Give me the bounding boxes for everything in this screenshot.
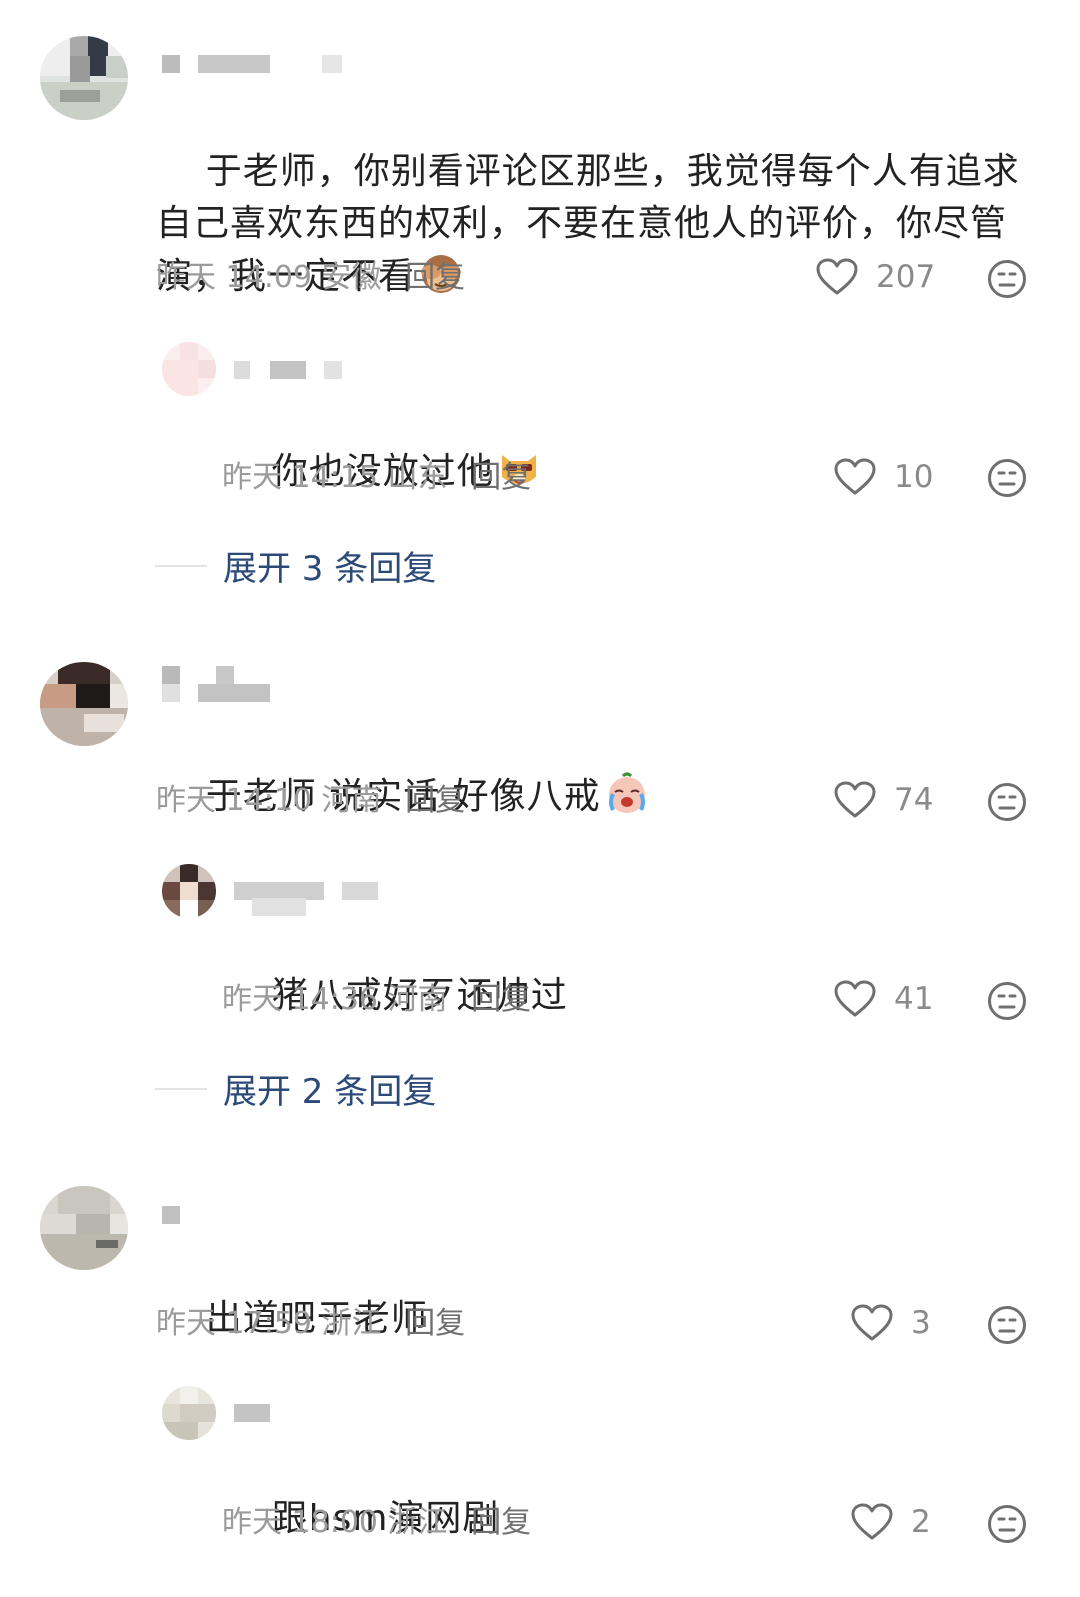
avatar[interactable] (162, 864, 216, 918)
timestamp: 昨天 17:59 (156, 1306, 312, 1341)
timestamp: 昨天 18:00 (222, 1505, 378, 1540)
location: 安徽 (321, 260, 382, 295)
like-count: 74 (894, 782, 934, 818)
heart-outline-icon (834, 458, 876, 495)
timestamp: 昨天 14:36 (222, 982, 378, 1017)
like-button[interactable]: 41 (834, 980, 933, 1018)
meh-face-icon[interactable] (987, 1504, 1027, 1544)
username-blurred[interactable] (162, 1206, 182, 1224)
timestamp: 昨天 14:09 (156, 260, 312, 295)
username-blurred[interactable] (234, 882, 384, 916)
meh-face-icon[interactable] (987, 1305, 1027, 1345)
reply-meta: 昨天 14:15 山东 回复 (222, 458, 531, 498)
location: 河南 (321, 783, 382, 818)
reply-button[interactable]: 回复 (471, 982, 531, 1017)
comment-meta: 昨天 14:10 河南 回复 (156, 781, 465, 821)
reply-button[interactable]: 回复 (471, 1505, 531, 1540)
like-count: 207 (876, 259, 936, 295)
reply-button[interactable]: 回复 (471, 460, 531, 495)
timestamp: 昨天 14:10 (156, 783, 312, 818)
location: 浙江 (387, 1505, 448, 1540)
reply-meta: 昨天 18:00 浙江 回复 (222, 1503, 531, 1543)
location: 山东 (387, 460, 448, 495)
username-blurred[interactable] (234, 1404, 274, 1422)
like-count: 41 (894, 981, 934, 1017)
heart-outline-icon (851, 1503, 893, 1540)
comment-meta: 昨天 17:59 浙江 回复 (156, 1304, 465, 1344)
divider-line (155, 564, 207, 567)
reply-button[interactable]: 回复 (405, 783, 465, 818)
username-blurred[interactable] (234, 361, 354, 379)
timestamp: 昨天 14:15 (222, 460, 378, 495)
comment-text: 于老师，你别看评论区那些，我觉得每个人有追求自己喜欢东西的权利，不要在意他人的评… (156, 151, 1020, 297)
meh-face-icon[interactable] (987, 458, 1027, 498)
avatar[interactable] (162, 1386, 216, 1440)
like-count: 2 (911, 1504, 931, 1540)
expand-replies-button[interactable]: 展开 2 条回复 (155, 1064, 436, 1113)
heart-outline-icon (816, 258, 858, 295)
avatar[interactable] (40, 36, 128, 120)
meh-face-icon[interactable] (987, 782, 1027, 822)
divider-line (155, 1087, 207, 1090)
heart-outline-icon (834, 781, 876, 818)
like-button[interactable]: 2 (851, 1503, 931, 1541)
like-button[interactable]: 74 (834, 781, 933, 819)
meh-face-icon[interactable] (987, 259, 1027, 299)
like-button[interactable]: 3 (851, 1304, 931, 1342)
avatar[interactable] (162, 342, 216, 396)
location: 河南 (387, 982, 448, 1017)
like-button[interactable]: 10 (834, 458, 933, 496)
crying-face-icon (608, 772, 645, 813)
comment-meta: 昨天 14:09 安徽 回复 (156, 258, 465, 298)
expand-replies-label: 展开 2 条回复 (223, 1072, 437, 1112)
like-button[interactable]: 207 (816, 258, 935, 296)
username-blurred[interactable] (162, 55, 352, 73)
expand-replies-label: 展开 3 条回复 (223, 549, 437, 589)
reply-button[interactable]: 回复 (405, 260, 465, 295)
avatar[interactable] (40, 1186, 128, 1270)
expand-replies-button[interactable]: 展开 3 条回复 (155, 541, 436, 590)
like-count: 10 (894, 459, 934, 495)
username-blurred[interactable] (162, 666, 282, 702)
avatar[interactable] (40, 662, 128, 746)
heart-outline-icon (834, 980, 876, 1017)
reply-button[interactable]: 回复 (405, 1306, 465, 1341)
heart-outline-icon (851, 1304, 893, 1341)
reply-meta: 昨天 14:36 河南 回复 (222, 980, 531, 1020)
like-count: 3 (911, 1305, 931, 1341)
location: 浙江 (321, 1306, 382, 1341)
meh-face-icon[interactable] (987, 981, 1027, 1021)
